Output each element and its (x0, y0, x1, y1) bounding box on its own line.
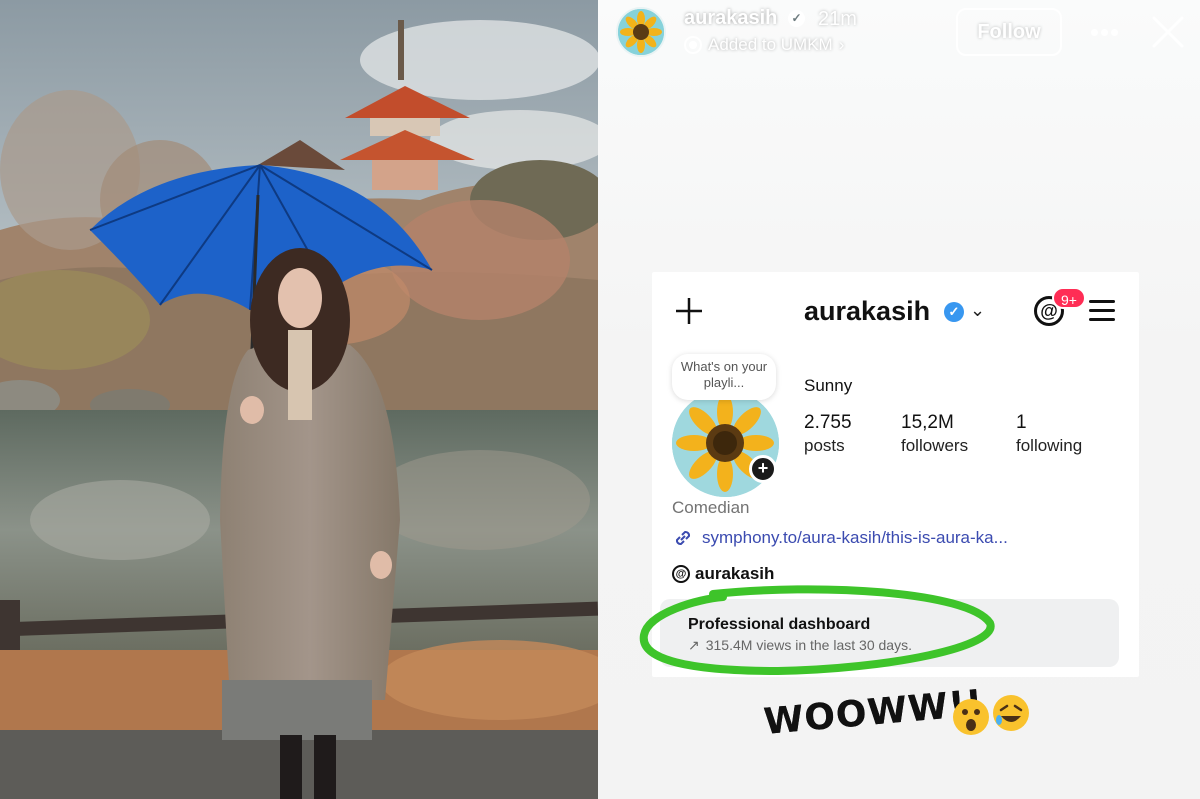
stat-label: followers (901, 436, 969, 455)
stat-label: posts (804, 436, 845, 455)
verified-icon: ✓ (788, 10, 805, 27)
profile-username[interactable]: aurakasih (804, 296, 930, 327)
screen: aurakasih ✓ 21m Added to UMKM › Follow •… (0, 0, 1200, 799)
threads-badge[interactable]: @ aurakasih (672, 564, 774, 584)
more-options-button[interactable]: ••• (1090, 14, 1120, 50)
surprised-emoji-icon (952, 698, 990, 736)
profile-screenshot: aurakasih ✓ ⌄ @ 9+ What's on your playli… (639, 272, 1139, 677)
chevron-down-icon[interactable]: ⌄ (970, 300, 985, 321)
threads-icon: @ (672, 565, 690, 583)
laughing-emoji-icon (992, 694, 1030, 732)
story-header: aurakasih ✓ 21m Added to UMKM › Follow •… (598, 0, 1200, 70)
chevron-right-icon: › (838, 35, 845, 54)
stat-followers[interactable]: 15,2M followers (901, 412, 968, 456)
stat-value: 1 (1016, 412, 1027, 433)
plus-icon (676, 298, 702, 324)
story-panel: aurakasih ✓ 21m Added to UMKM › Follow •… (598, 0, 1200, 799)
story-caption: WOOWW!! (762, 683, 1044, 754)
follow-button[interactable]: Follow (956, 8, 1062, 56)
link-icon (675, 530, 691, 546)
music-icon (684, 36, 702, 54)
close-icon (1152, 16, 1184, 48)
close-button[interactable] (1148, 12, 1188, 52)
create-button[interactable] (674, 296, 704, 326)
stat-value: 15,2M (901, 412, 954, 433)
threads-handle: aurakasih (695, 564, 775, 583)
display-name: Sunny (804, 376, 853, 395)
story-avatar[interactable] (616, 7, 666, 57)
added-to-label: Added to UMKM (708, 35, 833, 54)
profile-category: Comedian (672, 498, 750, 517)
woman-umbrella-photo (0, 0, 598, 799)
bio-link[interactable]: symphony.to/aura-kasih/this-is-aura-ka..… (672, 527, 1008, 549)
stat-posts[interactable]: 2.755 posts (804, 412, 852, 456)
sunflower-icon (618, 9, 664, 55)
added-to-highlight[interactable]: Added to UMKM › (684, 35, 844, 55)
stat-following[interactable]: 1 following (1016, 412, 1082, 456)
stat-value: 2.755 (804, 412, 852, 433)
story-username[interactable]: aurakasih (684, 7, 777, 30)
bio-link-text: symphony.to/aura-kasih/this-is-aura-ka..… (702, 528, 1008, 547)
story-time: 21m (818, 8, 857, 30)
stat-label: following (1016, 436, 1083, 455)
note-bubble[interactable]: What's on your playli... (672, 354, 776, 400)
verified-icon: ✓ (944, 302, 964, 322)
notification-badge: 9+ (1052, 287, 1086, 309)
menu-icon[interactable] (1089, 300, 1115, 322)
add-story-icon[interactable]: + (749, 455, 777, 483)
green-highlight-circle (639, 585, 995, 676)
